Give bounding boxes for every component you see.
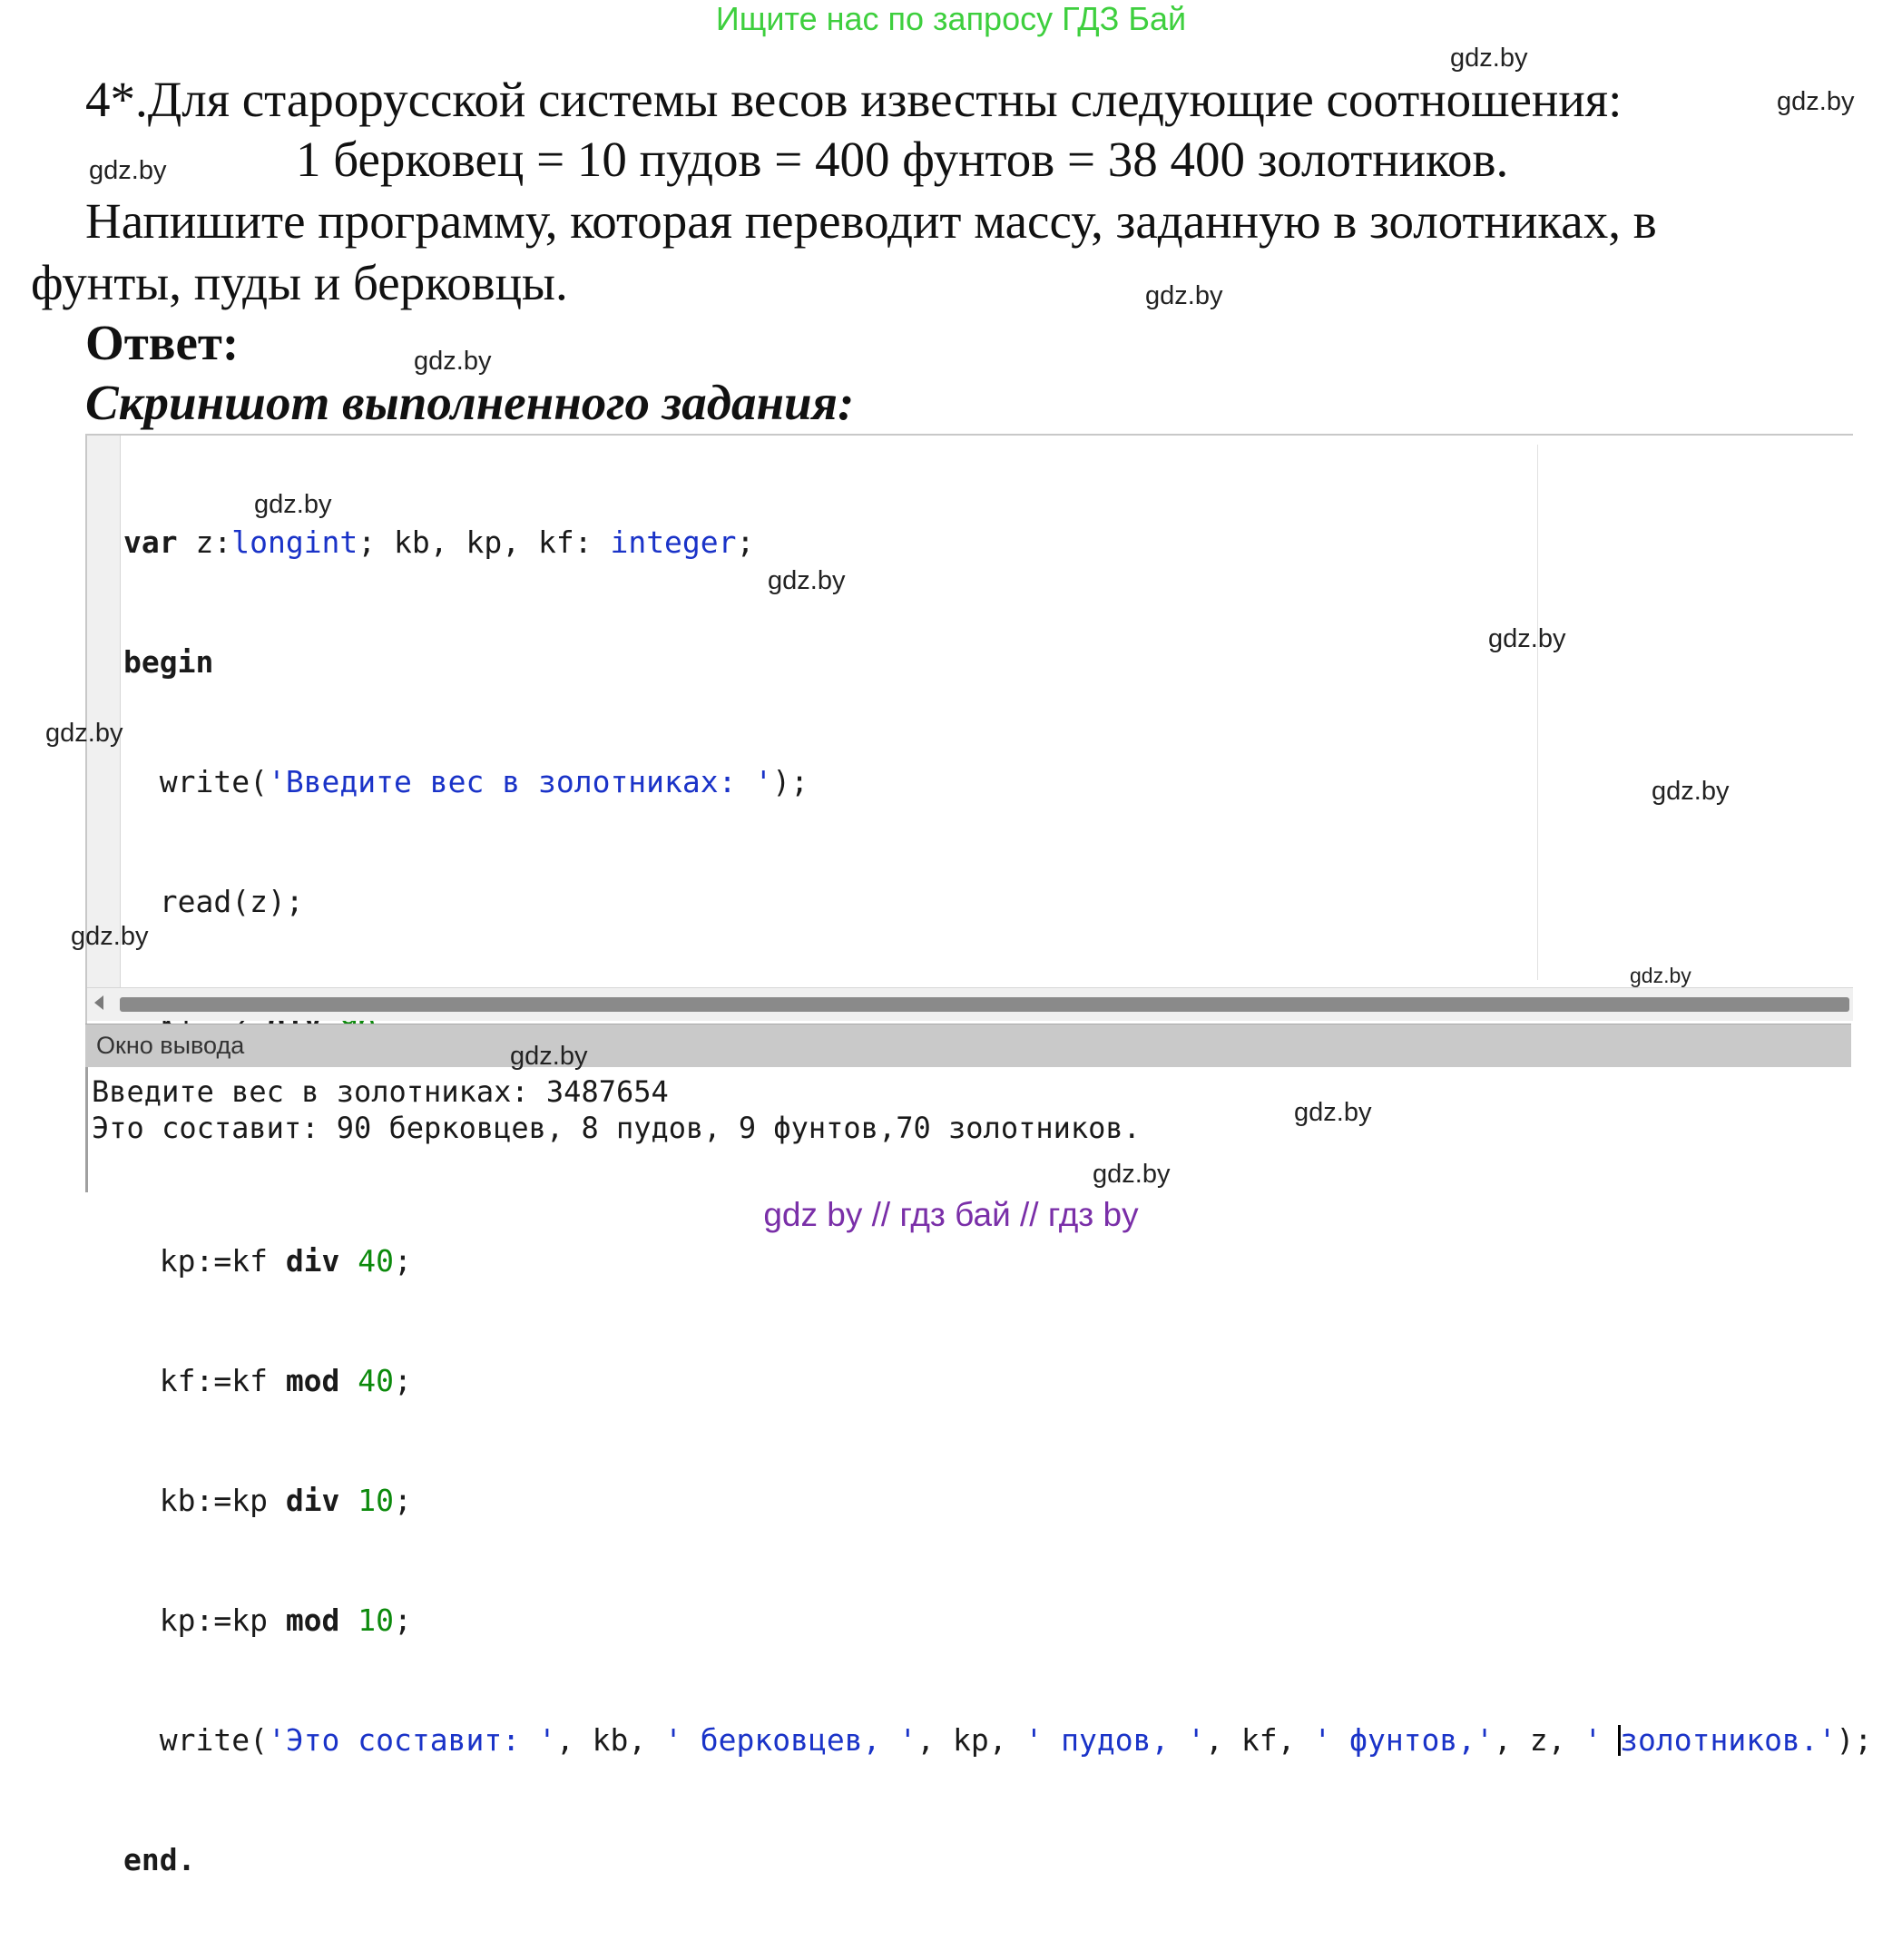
code-token: 'Это составит: ' (267, 1722, 556, 1758)
code-line-10: kp:=kp mod 10; (123, 1602, 412, 1638)
code-token: longint (231, 524, 358, 560)
text-cursor (1618, 1725, 1622, 1756)
watermark: gdz.by (254, 490, 332, 519)
code-line-8: kf:=kf mod 40; (123, 1363, 412, 1398)
output-line-2: Это составит: 90 берковцев, 8 пудов, 9 ф… (92, 1111, 1141, 1145)
watermark: gdz.by (1488, 624, 1566, 653)
output-line-1: Введите вес в золотниках: 3487654 (92, 1074, 669, 1109)
code-line-9: kb:=kp div 10; (123, 1483, 412, 1518)
promo-banner: Ищите нас по запросу ГДЗ Бай (715, 0, 1187, 37)
task-line-2: 1 берковец = 10 пудов = 400 фунтов = 38 … (296, 132, 1509, 187)
watermark: gdz.by (89, 156, 167, 185)
code-line-4: read(z); (123, 884, 304, 919)
code-token: ' берковцев, ' (664, 1722, 917, 1758)
watermark: gdz.by (414, 347, 492, 376)
code-line-1: var z:longint; kb, kp, kf: integer; (123, 524, 755, 560)
watermark: gdz.by (1652, 777, 1730, 806)
task-line-4: фунты, пуды и берковцы. (31, 255, 568, 310)
watermark: gdz.by (768, 566, 846, 595)
watermark: gdz.by (1145, 281, 1223, 310)
code-token: div (285, 1483, 340, 1518)
editor-gutter (87, 436, 121, 987)
code-line-12: end. (123, 1840, 1872, 1880)
code-token: ' золотников.' (1583, 1722, 1837, 1758)
watermark: gdz.by (510, 1042, 588, 1071)
code-token: integer (610, 524, 737, 560)
code-token: 'Введите вес в золотниках: ' (267, 764, 773, 799)
watermark: gdz.by (1294, 1098, 1372, 1127)
code-token: ' фунтов,' (1313, 1722, 1495, 1758)
output-panel: Введите вес в золотниках: 3487654 Это со… (85, 1067, 1854, 1192)
answer-label: Ответ: (85, 315, 240, 370)
watermark: gdz.by (1450, 44, 1528, 73)
code-token: mod (285, 1602, 340, 1638)
code-token: var (123, 524, 178, 560)
watermark: gdz.by (45, 719, 123, 748)
code-line-2: begin (123, 642, 1872, 682)
watermark: gdz.by (1630, 964, 1691, 987)
code-token: 40 (358, 1243, 395, 1279)
code-token: end. (123, 1842, 196, 1877)
scrollbar-thumb[interactable] (120, 997, 1849, 1012)
task-line-1: 4*.Для старорусской системы весов извест… (85, 72, 1623, 127)
code-token: div (285, 1243, 340, 1279)
code-token: 10 (358, 1602, 395, 1638)
code-token: ' пудов, ' (1025, 1722, 1206, 1758)
code-token: mod (285, 1363, 340, 1398)
code-token: 40 (358, 1363, 395, 1398)
footer-links: gdz by // гдз бай // гдз by (763, 1196, 1139, 1233)
task-line-3: Напишите программу, которая переводит ма… (85, 193, 1657, 249)
watermark: gdz.by (1777, 87, 1855, 116)
screenshot-label: Скриншот выполненного задания: (85, 375, 855, 430)
code-line-7: kp:=kf div 40; (123, 1243, 412, 1279)
watermark: gdz.by (1093, 1160, 1171, 1189)
code-token: 10 (358, 1483, 395, 1518)
watermark: gdz.by (71, 922, 149, 951)
scroll-left-icon[interactable] (94, 995, 103, 1010)
output-panel-header: Окно вывода (85, 1024, 1851, 1069)
code-token: begin (123, 644, 214, 680)
code-line-11: write('Это составит: ', kb, ' берковцев,… (123, 1722, 1873, 1758)
code-editor[interactable]: var z:longint; kb, kp, kf: integer; begi… (85, 434, 1872, 1877)
output-panel-title: Окно вывода (96, 1032, 245, 1059)
code-line-3: write('Введите вес в золотниках: '); (123, 764, 809, 799)
horizontal-scrollbar[interactable] (87, 987, 1853, 1021)
